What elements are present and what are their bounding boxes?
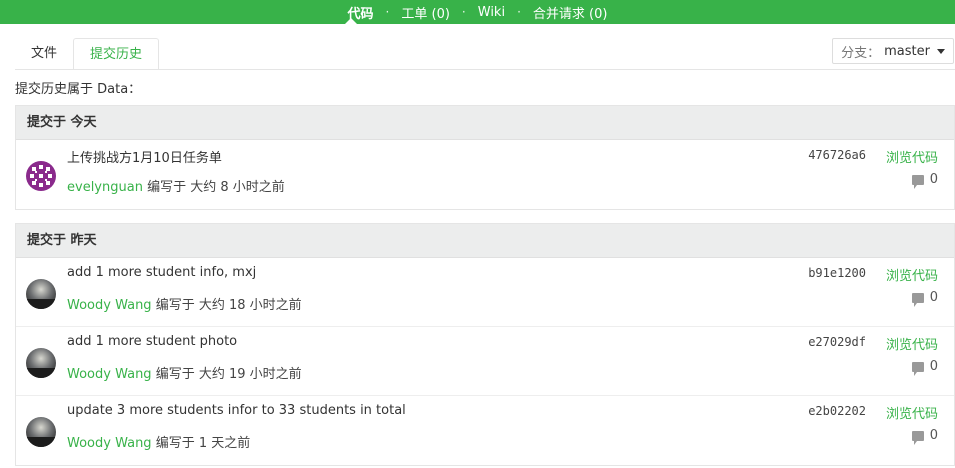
browse-code-link[interactable]: 浏览代码 <box>886 334 938 353</box>
commit-row: 上传挑战方1月10日任务单 evelynguan 编写于 大约 8 小时之前 4… <box>16 140 954 209</box>
comments-count[interactable]: 0 <box>911 172 938 189</box>
commit-author[interactable]: Woody Wang <box>67 367 152 382</box>
commit-meta: evelynguan 编写于 大约 8 小时之前 <box>67 176 285 195</box>
commit-group-today: 提交于 今天 上传挑战方1月10日任务单 evelynguan 编写于 大约 8… <box>15 105 955 210</box>
avatar[interactable] <box>26 348 56 378</box>
comment-icon <box>911 361 924 376</box>
nav-separator: · <box>385 5 390 19</box>
branch-selector[interactable]: 分支： master <box>832 38 954 64</box>
nav-separator: · <box>517 5 521 19</box>
commit-sha[interactable]: e27029df <box>808 335 866 349</box>
chevron-down-icon <box>936 48 945 54</box>
group-header: 提交于 昨天 <box>16 224 954 258</box>
group-header: 提交于 今天 <box>16 106 954 140</box>
commit-message[interactable]: add 1 more student photo <box>67 334 237 349</box>
commit-message[interactable]: add 1 more student info, mxj <box>67 265 256 280</box>
commit-meta: Woody Wang 编写于 大约 18 小时之前 <box>67 294 302 313</box>
comment-icon <box>911 292 924 307</box>
branch-value: master <box>884 43 930 59</box>
nav-merge-requests[interactable]: 合并请求 (0) <box>529 3 612 22</box>
commit-group-yesterday: 提交于 昨天 add 1 more student info, mxj Wood… <box>15 223 955 466</box>
browse-code-link[interactable]: 浏览代码 <box>886 147 938 166</box>
comment-count: 0 <box>929 290 938 305</box>
comment-icon <box>911 430 924 445</box>
comment-icon <box>911 174 924 189</box>
comments-count[interactable]: 0 <box>911 359 938 376</box>
comments-count[interactable]: 0 <box>911 290 938 307</box>
commit-sha[interactable]: 476726a6 <box>808 148 866 162</box>
history-title: 提交历史属于 Data： <box>15 82 142 97</box>
browse-code-link[interactable]: 浏览代码 <box>886 403 938 422</box>
commit-author[interactable]: Woody Wang <box>67 436 152 451</box>
browse-code-link[interactable]: 浏览代码 <box>886 265 938 284</box>
tab-divider <box>15 69 955 70</box>
commit-time: 编写于 大约 19 小时之前 <box>151 367 302 382</box>
avatar[interactable] <box>26 161 56 191</box>
nav-separator: · <box>461 5 466 19</box>
commit-author[interactable]: Woody Wang <box>67 298 152 313</box>
commit-time: 编写于 大约 18 小时之前 <box>151 298 302 313</box>
commit-meta: Woody Wang 编写于 大约 19 小时之前 <box>67 363 302 382</box>
commit-time: 编写于 大约 8 小时之前 <box>142 180 285 195</box>
tab-files[interactable]: 文件 <box>15 38 73 70</box>
branch-label: 分支： <box>841 45 881 61</box>
tab-commit-history[interactable]: 提交历史 <box>73 38 160 70</box>
avatar[interactable] <box>26 279 56 309</box>
comment-count: 0 <box>929 172 938 187</box>
file-tabs: 文件 提交历史 <box>15 38 160 70</box>
nav-issues[interactable]: 工单 (0) <box>397 3 454 22</box>
commit-message[interactable]: 上传挑战方1月10日任务单 <box>67 147 222 166</box>
avatar[interactable] <box>26 417 56 447</box>
commit-row: update 3 more students infor to 33 stude… <box>16 396 954 465</box>
comment-count: 0 <box>929 359 938 374</box>
commit-row: add 1 more student photo Woody Wang 编写于 … <box>16 327 954 396</box>
comments-count[interactable]: 0 <box>911 428 938 445</box>
commit-message[interactable]: update 3 more students infor to 33 stude… <box>67 403 406 418</box>
commit-time: 编写于 1 天之前 <box>151 436 251 451</box>
nav-wiki[interactable]: Wiki <box>474 5 509 20</box>
commit-author[interactable]: evelynguan <box>67 180 143 195</box>
commit-meta: Woody Wang 编写于 1 天之前 <box>67 432 250 451</box>
commit-sha[interactable]: e2b02202 <box>808 404 866 418</box>
repo-nav: 代码 · 工单 (0) · Wiki · 合并请求 (0) <box>0 0 955 24</box>
active-caret-icon <box>345 18 357 24</box>
comment-count: 0 <box>929 428 938 443</box>
commit-sha[interactable]: b91e1200 <box>808 266 866 280</box>
commit-row: add 1 more student info, mxj Woody Wang … <box>16 258 954 327</box>
